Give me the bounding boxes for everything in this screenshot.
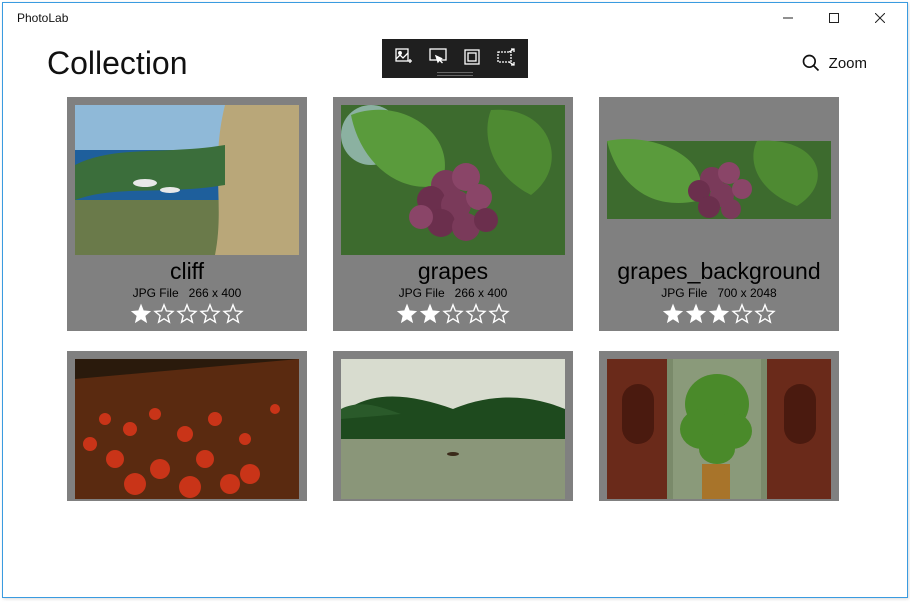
- star-empty-icon[interactable]: [153, 303, 175, 325]
- star-empty-icon[interactable]: [442, 303, 464, 325]
- rating[interactable]: [396, 303, 510, 325]
- thumbnail: [607, 105, 831, 255]
- crop-icon[interactable]: [460, 45, 484, 69]
- card-title: grapes: [418, 259, 488, 284]
- star-empty-icon[interactable]: [199, 303, 221, 325]
- photo-card[interactable]: grapes_background JPG File 700 x 2048: [599, 97, 839, 331]
- card-meta: JPG File 266 x 400: [133, 286, 242, 300]
- star-empty-icon[interactable]: [754, 303, 776, 325]
- photo-card[interactable]: grapes JPG File 266 x 400: [333, 97, 573, 331]
- window-title: PhotoLab: [17, 11, 68, 25]
- star-empty-icon[interactable]: [488, 303, 510, 325]
- minimize-icon: [783, 13, 793, 23]
- card-meta: JPG File 266 x 400: [399, 286, 508, 300]
- star-filled-icon[interactable]: [396, 303, 418, 325]
- file-type: JPG File: [399, 286, 445, 300]
- photo-card[interactable]: [599, 351, 839, 501]
- star-filled-icon[interactable]: [662, 303, 684, 325]
- header: Collection Zoom: [3, 33, 907, 93]
- toolbar-grip[interactable]: [437, 72, 473, 76]
- search-icon: [801, 53, 821, 73]
- zoom-button[interactable]: Zoom: [801, 53, 867, 73]
- photo-grid: cliff JPG File 266 x 400: [67, 97, 853, 501]
- file-dims: 266 x 400: [455, 286, 508, 300]
- photo-card[interactable]: [67, 351, 307, 501]
- thumbnail: [75, 105, 299, 255]
- card-title: cliff: [170, 259, 204, 284]
- file-dims: 700 x 2048: [717, 286, 776, 300]
- file-type: JPG File: [661, 286, 707, 300]
- titlebar: PhotoLab: [3, 3, 907, 33]
- star-empty-icon[interactable]: [176, 303, 198, 325]
- star-empty-icon[interactable]: [731, 303, 753, 325]
- card-title: grapes_background: [617, 259, 820, 284]
- file-dims: 266 x 400: [189, 286, 242, 300]
- select-icon[interactable]: [426, 45, 450, 69]
- rating[interactable]: [662, 303, 776, 325]
- close-button[interactable]: [857, 3, 903, 33]
- file-type: JPG File: [133, 286, 179, 300]
- content-area: cliff JPG File 266 x 400: [3, 93, 907, 597]
- zoom-label: Zoom: [829, 55, 867, 72]
- minimize-button[interactable]: [765, 3, 811, 33]
- rating[interactable]: [130, 303, 244, 325]
- maximize-icon: [829, 13, 839, 23]
- thumbnail: [341, 359, 565, 499]
- photo-card[interactable]: [333, 351, 573, 501]
- window-controls: [765, 3, 903, 33]
- star-empty-icon[interactable]: [465, 303, 487, 325]
- thumbnail: [607, 359, 831, 499]
- card-meta: JPG File 700 x 2048: [661, 286, 776, 300]
- thumbnail: [341, 105, 565, 255]
- app-window: PhotoLab Collection: [2, 2, 908, 598]
- add-effects-icon[interactable]: [392, 45, 416, 69]
- toolbar-row: [392, 45, 518, 69]
- star-filled-icon[interactable]: [708, 303, 730, 325]
- resize-icon[interactable]: [494, 45, 518, 69]
- star-filled-icon[interactable]: [685, 303, 707, 325]
- star-filled-icon[interactable]: [419, 303, 441, 325]
- close-icon: [875, 13, 885, 23]
- maximize-button[interactable]: [811, 3, 857, 33]
- photo-card[interactable]: cliff JPG File 266 x 400: [67, 97, 307, 331]
- floating-toolbar[interactable]: [382, 39, 528, 78]
- star-empty-icon[interactable]: [222, 303, 244, 325]
- star-filled-icon[interactable]: [130, 303, 152, 325]
- thumbnail: [75, 359, 299, 499]
- page-title: Collection: [47, 45, 188, 82]
